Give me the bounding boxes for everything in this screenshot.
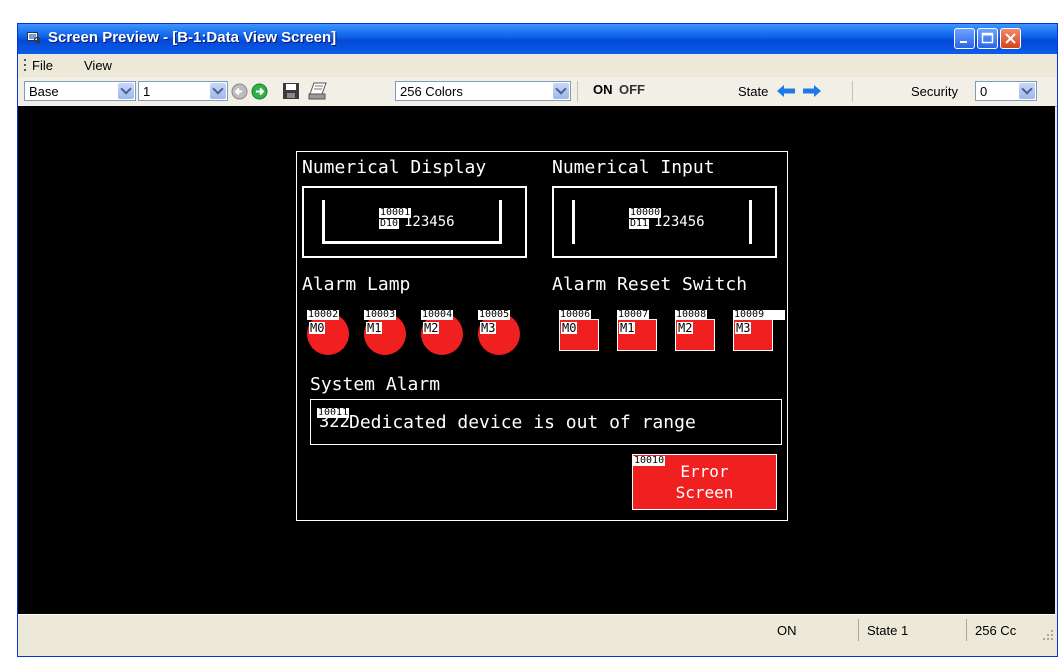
alarm-reset-switch-tag: 10008: [675, 309, 708, 320]
menu-bar: File View: [18, 54, 1057, 77]
screen-number-select[interactable]: 1: [138, 81, 228, 101]
system-alarm-display: 10011 322 Dedicated device is out of ran…: [310, 399, 782, 445]
close-button[interactable]: [1000, 28, 1021, 49]
screen-type-select[interactable]: Base: [24, 81, 136, 101]
numerical-display-label: Numerical Display: [302, 157, 487, 178]
alarm-reset-switch-tag: 10007: [617, 309, 650, 320]
status-onoff: ON: [777, 623, 797, 638]
numerical-input-label: Numerical Input: [552, 157, 715, 178]
screen-canvas: Numerical Display 10001 D10 123456 Numer…: [18, 106, 1055, 614]
system-alarm-code: 322: [319, 412, 350, 432]
menu-view[interactable]: View: [84, 58, 112, 73]
error-screen-line2: Screen: [675, 483, 734, 502]
maximize-button[interactable]: [977, 28, 998, 49]
screen-number-value: 1: [143, 84, 151, 99]
alarm-reset-switch-label: Alarm Reset Switch: [552, 274, 748, 295]
error-screen-line1: Error: [680, 462, 729, 481]
colors-value: 256 Colors: [400, 84, 463, 99]
numerical-input[interactable]: 10000 D11 123456: [552, 186, 777, 258]
close-icon: [1005, 33, 1016, 44]
off-toggle[interactable]: OFF: [619, 82, 645, 97]
on-toggle[interactable]: ON: [593, 82, 613, 97]
status-separator: [858, 619, 859, 641]
alarm-reset-switch-device: M0: [561, 321, 578, 335]
minimize-icon: [960, 41, 967, 43]
numerical-display-device: D10: [379, 218, 400, 229]
chevron-down-icon[interactable]: [210, 83, 226, 99]
state-prev-arrow-icon[interactable]: [776, 84, 796, 98]
state-label: State: [738, 84, 769, 99]
chevron-down-icon[interactable]: [118, 83, 134, 99]
numerical-input-value: 123456: [654, 214, 705, 230]
numerical-display: 10001 D10 123456: [302, 186, 527, 258]
forward-arrow-icon[interactable]: [251, 83, 268, 100]
system-alarm-label: System Alarm: [310, 374, 441, 395]
screen-preview-window: Screen Preview - [B-1:Data View Screen] …: [17, 23, 1058, 657]
maximize-icon: [981, 32, 994, 44]
status-bar: ON State 1 256 Cc: [18, 614, 1057, 656]
alarm-lamp-label: Alarm Lamp: [302, 274, 411, 295]
chevron-down-icon[interactable]: [553, 83, 569, 99]
security-select[interactable]: 0: [975, 81, 1037, 101]
menu-grip-icon: [24, 59, 26, 71]
toolbar: Base 1 256 Colors ON OFF State Security …: [18, 77, 1057, 107]
alarm-lamp-tag: 10002: [307, 309, 340, 320]
numerical-input-device: D11: [629, 218, 650, 229]
alarm-reset-switch-tag: 10006: [559, 309, 592, 320]
alarm-lamp-device: M0: [309, 321, 326, 335]
alarm-reset-switch-device: M2: [677, 321, 694, 335]
alarm-lamp-device: M3: [480, 321, 497, 335]
toolbar-separator: [852, 81, 853, 102]
alarm-reset-switch-tag: 10009: [733, 310, 785, 320]
alarm-reset-switch-device: M1: [619, 321, 636, 335]
state-next-arrow-icon[interactable]: [802, 84, 822, 98]
alarm-lamp-tag: 10004: [421, 309, 454, 320]
security-value: 0: [980, 84, 988, 99]
data-view-panel: Numerical Display 10001 D10 123456 Numer…: [296, 151, 788, 521]
colors-select[interactable]: 256 Colors: [395, 81, 571, 101]
window-title: Screen Preview - [B-1:Data View Screen]: [48, 29, 337, 46]
security-label: Security: [911, 84, 958, 99]
toolbar-separator: [577, 81, 578, 102]
menu-file[interactable]: File: [32, 58, 53, 73]
title-bar: Screen Preview - [B-1:Data View Screen]: [18, 24, 1057, 54]
chevron-down-icon[interactable]: [1019, 83, 1035, 99]
alarm-lamp-tag: 10005: [478, 309, 511, 320]
back-arrow-icon[interactable]: [231, 83, 248, 100]
resize-grip-icon[interactable]: [1042, 629, 1054, 641]
status-state: State 1: [867, 623, 909, 638]
screen-type-value: Base: [29, 84, 59, 99]
error-screen-button[interactable]: 10010 Error Screen: [632, 454, 777, 510]
minimize-button[interactable]: [954, 28, 975, 49]
alarm-lamp-tag: 10003: [364, 309, 397, 320]
alarm-lamp-device: M2: [423, 321, 440, 335]
print-icon[interactable]: [308, 82, 328, 100]
preview-window-icon: [27, 32, 41, 44]
status-colors: 256 Cc: [975, 623, 1017, 638]
system-alarm-message: Dedicated device is out of range: [349, 412, 696, 433]
save-icon[interactable]: [282, 82, 300, 100]
numerical-display-value: 123456: [404, 214, 455, 230]
alarm-reset-switch-device: M3: [735, 321, 752, 335]
status-separator: [966, 619, 967, 641]
alarm-lamp-device: M1: [366, 321, 383, 335]
